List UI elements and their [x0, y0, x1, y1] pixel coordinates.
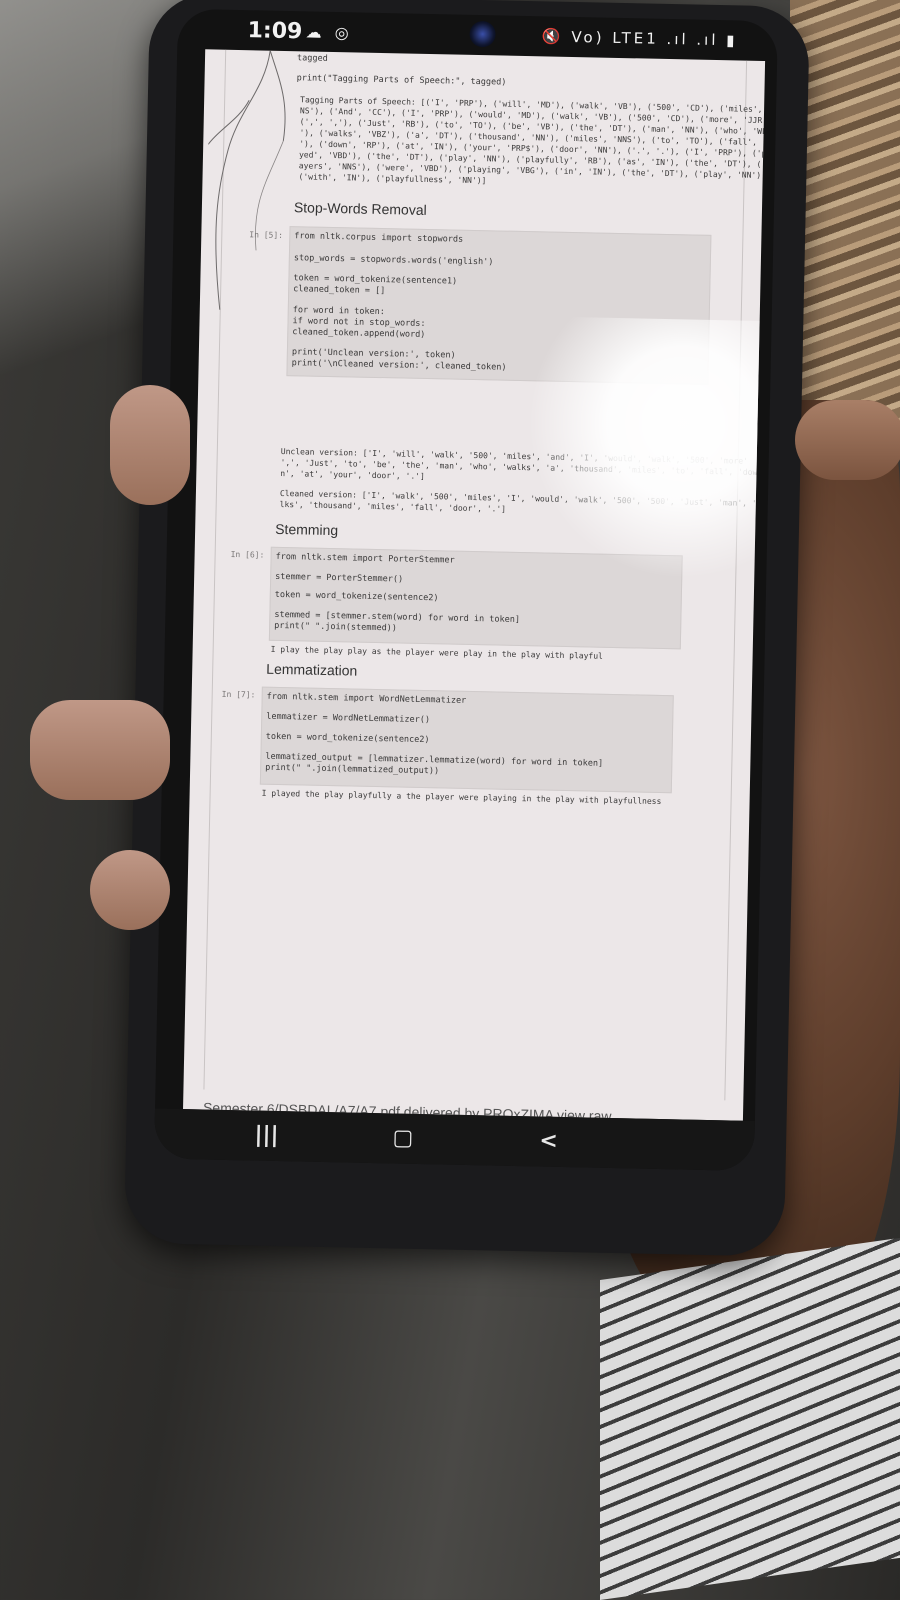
phone-screen: 1:09 ☁ ◎ 🔇 Vo) LTE1 .ıl .ıl ▮ tagged pri…	[153, 8, 778, 1172]
code-line: from nltk.stem import WordNetLemmatizer	[266, 691, 467, 706]
back-button[interactable]: <	[539, 1129, 558, 1154]
code-line: for word in token:	[292, 305, 385, 318]
tagged-code-line: tagged	[296, 53, 328, 64]
stopwords-heading: Stop-Words Removal	[293, 199, 427, 218]
code-line: from nltk.stem import PorterStemmer	[275, 551, 455, 566]
code-line: cleaned_token = []	[293, 284, 386, 297]
lemmatization-heading: Lemmatization	[266, 660, 358, 679]
code-line: token = word_tokenize(sentence2)	[265, 731, 430, 746]
code-line: from nltk.corpus import stopwords	[294, 231, 464, 245]
stopwords-prompt: In [5]:	[249, 230, 284, 240]
notebook-page[interactable]: tagged print("Tagging Parts of Speech:",…	[183, 49, 766, 1121]
front-camera-icon	[469, 20, 496, 48]
code-line: token = word_tokenize(sentence2)	[274, 589, 439, 604]
thumb	[795, 400, 900, 480]
finger	[90, 850, 170, 930]
lemmatization-prompt: In [7]:	[221, 689, 256, 700]
striped-sleeve	[600, 1237, 900, 1600]
signal-battery-icons: 🔇 Vo) LTE1 .ıl .ıl ▮	[541, 27, 738, 50]
code-line: stemmer = PorterStemmer()	[275, 571, 404, 585]
code-line: print(" ".join(stemmed))	[274, 620, 398, 634]
notification-icons: ☁ ◎	[305, 22, 353, 43]
screen-glare	[524, 316, 766, 582]
lemmatization-code-cell[interactable]: from nltk.stem import WordNetLemmatizer …	[259, 686, 674, 794]
finger	[30, 700, 170, 800]
code-line: print('\nCleaned version:', cleaned_toke…	[291, 358, 507, 373]
stemming-heading: Stemming	[275, 520, 339, 539]
finger	[110, 385, 190, 505]
stemming-prompt: In [6]:	[230, 549, 265, 560]
home-button[interactable]: ▢	[392, 1125, 413, 1150]
recents-button[interactable]: |||	[254, 1123, 279, 1148]
code-line: cleaned_token.append(word)	[292, 327, 426, 340]
code-line: lemmatizer = WordNetLemmatizer()	[266, 711, 431, 726]
code-line: stop_words = stopwords.words('english')	[293, 253, 494, 268]
status-time: 1:09	[247, 18, 303, 45]
